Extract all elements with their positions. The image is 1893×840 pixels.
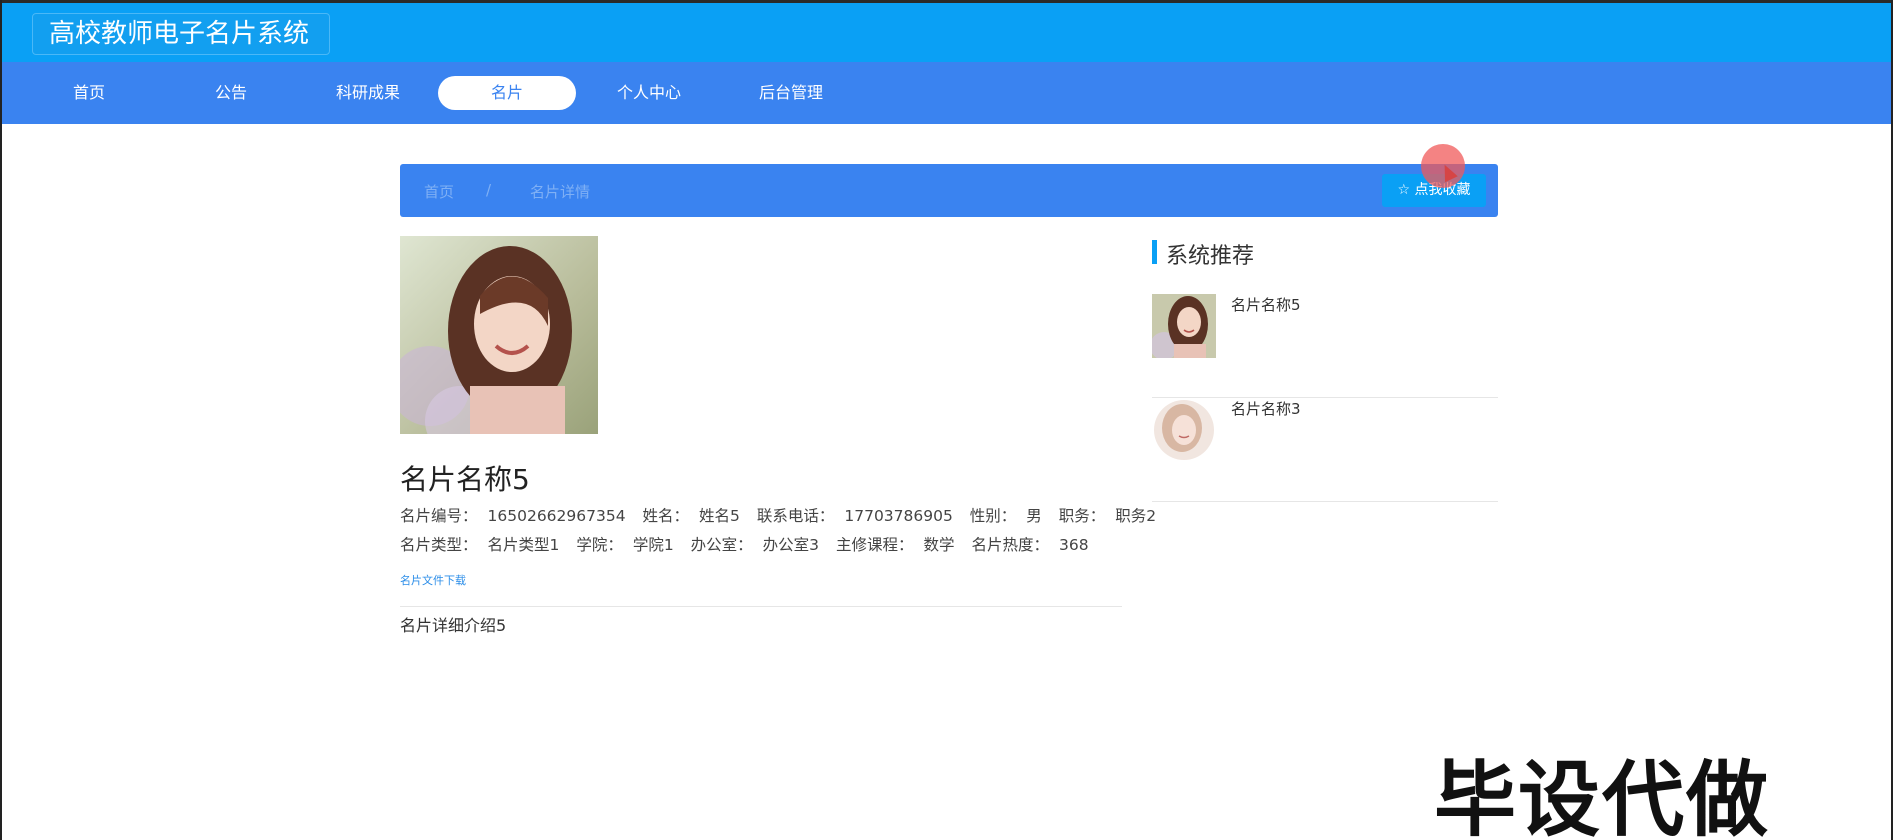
field-value: 职务2 <box>1115 507 1157 525</box>
card-title: 名片名称5 <box>400 463 530 496</box>
main-nav: 首页 公告 科研成果 名片 个人中心 后台管理 <box>2 62 1891 124</box>
card-info-line-1: 名片编号： 16502662967354 姓名： 姓名5 联系电话： 17703786… <box>400 504 1168 526</box>
nav-item-personal[interactable]: 个人中心 <box>580 76 718 110</box>
recommend-thumbnail[interactable] <box>1152 294 1216 358</box>
field-value: 16502662967354 <box>487 507 626 525</box>
watermark-text: 毕设代做 <box>1434 753 1771 840</box>
top-header: 高校教师电子名片系统 <box>2 0 1891 62</box>
field-value: 数学 <box>923 536 955 554</box>
site-title[interactable]: 高校教师电子名片系统 <box>32 13 330 55</box>
nav-item-cards[interactable]: 名片 <box>438 76 576 110</box>
nav-item-research[interactable]: 科研成果 <box>299 76 437 110</box>
breadcrumb-separator: / <box>486 181 492 199</box>
recommend-thumbnail[interactable] <box>1152 398 1216 462</box>
field-value: 办公室3 <box>762 536 820 554</box>
card-file-download-link[interactable]: 名片文件下载 <box>400 572 466 588</box>
field-value: 17703786905 <box>844 507 953 525</box>
recommend-item[interactable]: 名片名称3 <box>1152 398 1498 502</box>
breadcrumb-current: 名片详情 <box>530 183 591 201</box>
field-label: 性别： <box>969 507 1017 525</box>
field-label: 办公室： <box>690 536 753 554</box>
recommend-item-name[interactable]: 名片名称5 <box>1231 294 1301 315</box>
field-value: 学院1 <box>632 536 674 554</box>
nav-item-home[interactable]: 首页 <box>20 76 158 110</box>
card-photo <box>400 236 598 434</box>
field-value: 368 <box>1058 536 1089 554</box>
field-value: 姓名5 <box>699 507 740 525</box>
field-label: 职务： <box>1058 507 1106 525</box>
card-detail-text: 名片详细介绍5 <box>400 616 507 635</box>
breadcrumb: 首页 / 名片详情 ☆ 点我收藏 <box>400 164 1498 217</box>
field-value: 名片类型1 <box>487 536 560 554</box>
field-label: 学院： <box>576 536 623 554</box>
field-label: 姓名： <box>642 507 690 525</box>
field-label: 名片类型： <box>400 536 478 554</box>
recommend-item-name[interactable]: 名片名称3 <box>1231 398 1301 419</box>
field-label: 联系电话： <box>756 507 835 525</box>
sidebar-title-accent <box>1152 240 1157 264</box>
nav-item-admin[interactable]: 后台管理 <box>722 76 860 110</box>
breadcrumb-home[interactable]: 首页 <box>424 181 454 202</box>
field-label: 名片编号： <box>400 507 478 525</box>
recommend-item[interactable]: 名片名称5 <box>1152 294 1498 398</box>
field-value: 男 <box>1026 507 1042 525</box>
field-label: 主修课程： <box>835 536 914 554</box>
card-info-line-2: 名片类型： 名片类型1 学院： 学院1 办公室： 办公室3 主修课程： 数学 名片热度：… <box>400 533 1101 555</box>
nav-item-notice[interactable]: 公告 <box>162 76 300 110</box>
field-label: 名片热度： <box>971 536 1049 554</box>
divider <box>400 606 1122 607</box>
sidebar-title: 系统推荐 <box>1166 244 1255 269</box>
